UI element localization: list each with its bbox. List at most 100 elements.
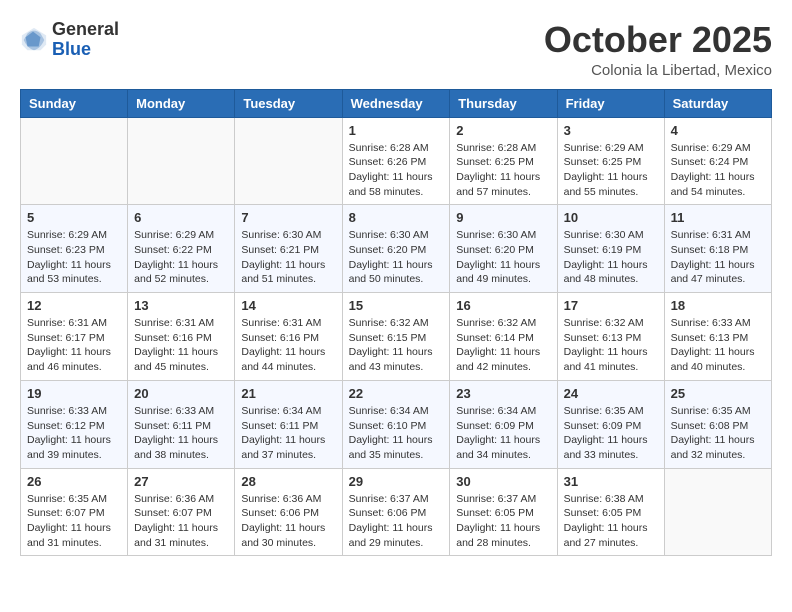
calendar-cell: 27 Sunrise: 6:36 AM Sunset: 6:07 PM Dayli… bbox=[128, 468, 235, 556]
day-info: Sunrise: 6:35 AM Sunset: 6:09 PM Dayligh… bbox=[564, 404, 658, 463]
day-info: Sunrise: 6:33 AM Sunset: 6:11 PM Dayligh… bbox=[134, 404, 228, 463]
day-header-wednesday: Wednesday bbox=[342, 89, 450, 117]
day-info: Sunrise: 6:32 AM Sunset: 6:14 PM Dayligh… bbox=[456, 316, 550, 375]
day-info: Sunrise: 6:35 AM Sunset: 6:08 PM Dayligh… bbox=[671, 404, 765, 463]
day-header-saturday: Saturday bbox=[664, 89, 771, 117]
day-info: Sunrise: 6:30 AM Sunset: 6:19 PM Dayligh… bbox=[564, 228, 658, 287]
day-number: 24 bbox=[564, 386, 658, 401]
day-info: Sunrise: 6:33 AM Sunset: 6:12 PM Dayligh… bbox=[27, 404, 121, 463]
day-info: Sunrise: 6:32 AM Sunset: 6:13 PM Dayligh… bbox=[564, 316, 658, 375]
day-info: Sunrise: 6:37 AM Sunset: 6:05 PM Dayligh… bbox=[456, 492, 550, 551]
day-number: 2 bbox=[456, 123, 550, 138]
day-info: Sunrise: 6:35 AM Sunset: 6:07 PM Dayligh… bbox=[27, 492, 121, 551]
calendar-cell: 9Sunrise: 6:30 AM Sunset: 6:20 PM Daylig… bbox=[450, 205, 557, 293]
day-info: Sunrise: 6:30 AM Sunset: 6:21 PM Dayligh… bbox=[241, 228, 335, 287]
calendar-cell: 23Sunrise: 6:34 AM Sunset: 6:09 PM Dayli… bbox=[450, 380, 557, 468]
day-info: Sunrise: 6:29 AM Sunset: 6:23 PM Dayligh… bbox=[27, 228, 121, 287]
calendar-cell bbox=[235, 117, 342, 205]
day-header-monday: Monday bbox=[128, 89, 235, 117]
day-number: 25 bbox=[671, 386, 765, 401]
calendar-cell: 18 Sunrise: 6:33 AM Sunset: 6:13 PM Dayli… bbox=[664, 293, 771, 381]
day-number: 27 bbox=[134, 474, 228, 489]
day-info: Sunrise: 6:28 AM Sunset: 6:26 PM Dayligh… bbox=[349, 141, 444, 200]
calendar-cell bbox=[128, 117, 235, 205]
day-info: Sunrise: 6:34 AM Sunset: 6:09 PM Dayligh… bbox=[456, 404, 550, 463]
day-info: Sunrise: 6:29 AM Sunset: 6:22 PM Dayligh… bbox=[134, 228, 228, 287]
calendar-cell: 4Sunrise: 6:29 AM Sunset: 6:24 PM Daylig… bbox=[664, 117, 771, 205]
day-number: 26 bbox=[27, 474, 121, 489]
logo-text: General Blue bbox=[52, 20, 119, 60]
day-number: 8 bbox=[349, 210, 444, 225]
page-header: General Blue October 2025 Colonia la Lib… bbox=[20, 20, 772, 79]
day-number: 9 bbox=[456, 210, 550, 225]
calendar-cell: 22 Sunrise: 6:34 AM Sunset: 6:10 PM Dayli… bbox=[342, 380, 450, 468]
day-number: 28 bbox=[241, 474, 335, 489]
calendar-cell bbox=[21, 117, 128, 205]
calendar-cell: 24 Sunrise: 6:35 AM Sunset: 6:09 PM Dayli… bbox=[557, 380, 664, 468]
calendar-cell: 8Sunrise: 6:30 AM Sunset: 6:20 PM Daylig… bbox=[342, 205, 450, 293]
calendar-week-row: 1 Sunrise: 6:28 AM Sunset: 6:26 PM Daylig… bbox=[21, 117, 772, 205]
calendar-cell bbox=[664, 468, 771, 556]
day-number: 18 bbox=[671, 298, 765, 313]
day-info: Sunrise: 6:31 AM Sunset: 6:16 PM Dayligh… bbox=[134, 316, 228, 375]
day-info: Sunrise: 6:36 AM Sunset: 6:07 PM Dayligh… bbox=[134, 492, 228, 551]
day-info: Sunrise: 6:28 AM Sunset: 6:25 PM Dayligh… bbox=[456, 141, 550, 200]
day-number: 1 bbox=[349, 123, 444, 138]
calendar-cell: 6 Sunrise: 6:29 AM Sunset: 6:22 PM Daylig… bbox=[128, 205, 235, 293]
day-number: 11 bbox=[671, 210, 765, 225]
day-header-tuesday: Tuesday bbox=[235, 89, 342, 117]
day-info: Sunrise: 6:31 AM Sunset: 6:16 PM Dayligh… bbox=[241, 316, 335, 375]
day-number: 4 bbox=[671, 123, 765, 138]
calendar-cell: 21 Sunrise: 6:34 AM Sunset: 6:11 PM Dayli… bbox=[235, 380, 342, 468]
day-header-friday: Friday bbox=[557, 89, 664, 117]
day-number: 3 bbox=[564, 123, 658, 138]
day-number: 10 bbox=[564, 210, 658, 225]
day-info: Sunrise: 6:33 AM Sunset: 6:13 PM Dayligh… bbox=[671, 316, 765, 375]
calendar-cell: 28 Sunrise: 6:36 AM Sunset: 6:06 PM Dayli… bbox=[235, 468, 342, 556]
day-number: 14 bbox=[241, 298, 335, 313]
day-info: Sunrise: 6:34 AM Sunset: 6:11 PM Dayligh… bbox=[241, 404, 335, 463]
calendar-cell: 17Sunrise: 6:32 AM Sunset: 6:13 PM Dayli… bbox=[557, 293, 664, 381]
logo: General Blue bbox=[20, 20, 119, 60]
calendar-cell: 12 Sunrise: 6:31 AM Sunset: 6:17 PM Dayli… bbox=[21, 293, 128, 381]
calendar-week-row: 26 Sunrise: 6:35 AM Sunset: 6:07 PM Dayli… bbox=[21, 468, 772, 556]
calendar-week-row: 5Sunrise: 6:29 AM Sunset: 6:23 PM Daylig… bbox=[21, 205, 772, 293]
day-info: Sunrise: 6:34 AM Sunset: 6:10 PM Dayligh… bbox=[349, 404, 444, 463]
calendar-cell: 25 Sunrise: 6:35 AM Sunset: 6:08 PM Dayli… bbox=[664, 380, 771, 468]
calendar-header-row: SundayMondayTuesdayWednesdayThursdayFrid… bbox=[21, 89, 772, 117]
title-block: October 2025 Colonia la Libertad, Mexico bbox=[544, 20, 772, 79]
calendar-cell: 15 Sunrise: 6:32 AM Sunset: 6:15 PM Dayli… bbox=[342, 293, 450, 381]
calendar-cell: 11 Sunrise: 6:31 AM Sunset: 6:18 PM Dayli… bbox=[664, 205, 771, 293]
calendar-week-row: 12 Sunrise: 6:31 AM Sunset: 6:17 PM Dayli… bbox=[21, 293, 772, 381]
calendar-cell: 30Sunrise: 6:37 AM Sunset: 6:05 PM Dayli… bbox=[450, 468, 557, 556]
day-info: Sunrise: 6:31 AM Sunset: 6:17 PM Dayligh… bbox=[27, 316, 121, 375]
calendar-cell: 10 Sunrise: 6:30 AM Sunset: 6:19 PM Dayli… bbox=[557, 205, 664, 293]
day-number: 12 bbox=[27, 298, 121, 313]
day-info: Sunrise: 6:31 AM Sunset: 6:18 PM Dayligh… bbox=[671, 228, 765, 287]
calendar-cell: 14 Sunrise: 6:31 AM Sunset: 6:16 PM Dayli… bbox=[235, 293, 342, 381]
calendar-cell: 2 Sunrise: 6:28 AM Sunset: 6:25 PM Daylig… bbox=[450, 117, 557, 205]
calendar-cell: 16Sunrise: 6:32 AM Sunset: 6:14 PM Dayli… bbox=[450, 293, 557, 381]
calendar-cell: 26 Sunrise: 6:35 AM Sunset: 6:07 PM Dayli… bbox=[21, 468, 128, 556]
calendar-cell: 29Sunrise: 6:37 AM Sunset: 6:06 PM Dayli… bbox=[342, 468, 450, 556]
day-number: 6 bbox=[134, 210, 228, 225]
day-info: Sunrise: 6:32 AM Sunset: 6:15 PM Dayligh… bbox=[349, 316, 444, 375]
logo-icon bbox=[20, 26, 48, 54]
calendar-cell: 19Sunrise: 6:33 AM Sunset: 6:12 PM Dayli… bbox=[21, 380, 128, 468]
calendar-cell: 7 Sunrise: 6:30 AM Sunset: 6:21 PM Daylig… bbox=[235, 205, 342, 293]
day-number: 31 bbox=[564, 474, 658, 489]
day-number: 22 bbox=[349, 386, 444, 401]
day-header-thursday: Thursday bbox=[450, 89, 557, 117]
day-header-sunday: Sunday bbox=[21, 89, 128, 117]
calendar-cell: 1 Sunrise: 6:28 AM Sunset: 6:26 PM Daylig… bbox=[342, 117, 450, 205]
day-number: 21 bbox=[241, 386, 335, 401]
day-number: 7 bbox=[241, 210, 335, 225]
day-info: Sunrise: 6:36 AM Sunset: 6:06 PM Dayligh… bbox=[241, 492, 335, 551]
day-info: Sunrise: 6:29 AM Sunset: 6:25 PM Dayligh… bbox=[564, 141, 658, 200]
day-number: 15 bbox=[349, 298, 444, 313]
logo-blue: Blue bbox=[52, 40, 119, 60]
day-info: Sunrise: 6:38 AM Sunset: 6:05 PM Dayligh… bbox=[564, 492, 658, 551]
logo-general: General bbox=[52, 20, 119, 40]
day-info: Sunrise: 6:37 AM Sunset: 6:06 PM Dayligh… bbox=[349, 492, 444, 551]
calendar-cell: 31 Sunrise: 6:38 AM Sunset: 6:05 PM Dayli… bbox=[557, 468, 664, 556]
